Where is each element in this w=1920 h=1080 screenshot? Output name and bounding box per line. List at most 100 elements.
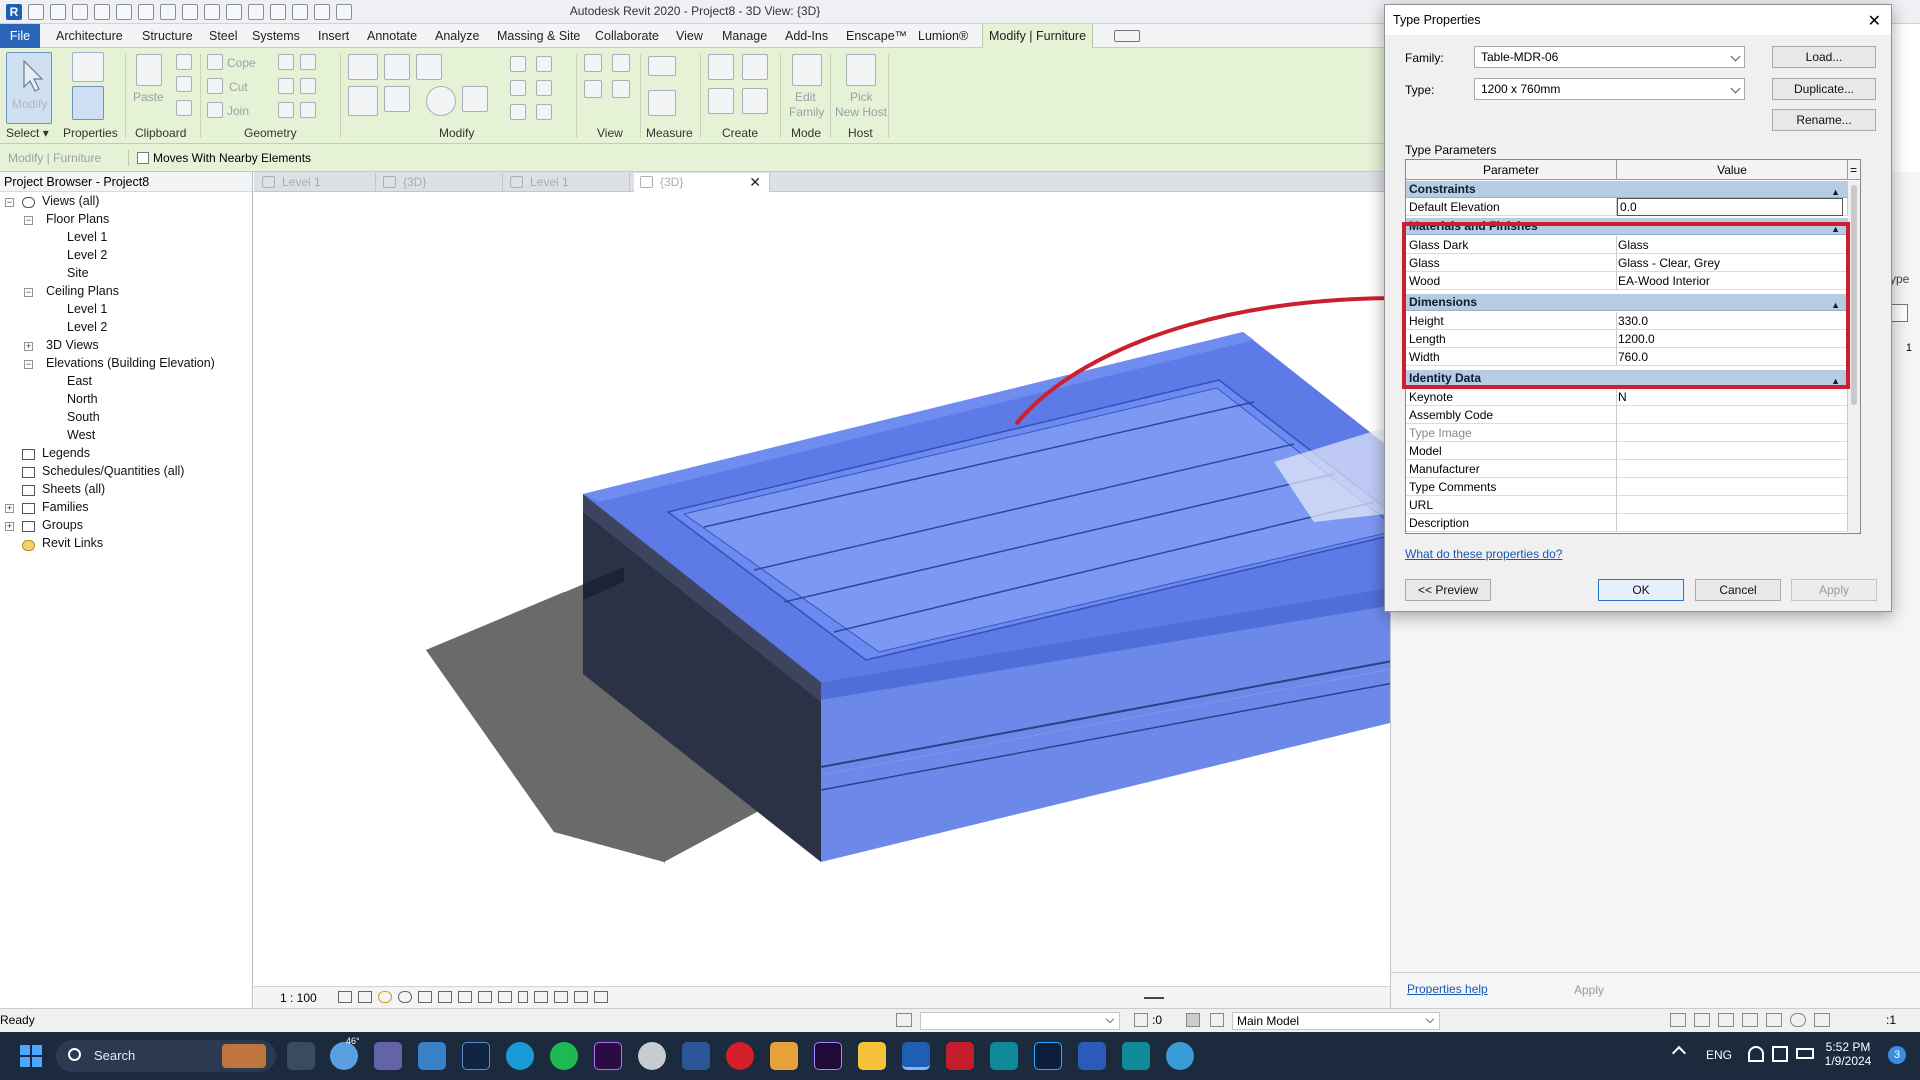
temp-hide-icon[interactable] [498,991,512,1003]
edit-family-icon[interactable] [792,54,822,86]
view-scale[interactable]: 1 : 100 [280,991,317,1005]
param-row[interactable]: Manufacturer [1406,460,1848,478]
tab-annotate[interactable]: Annotate [361,24,423,48]
override-graphics-icon[interactable] [612,54,630,72]
tab-steel[interactable]: Steel [203,24,244,48]
copy-clipboard-icon[interactable] [176,76,192,92]
unlocked-view-icon[interactable] [478,991,492,1003]
ok-button[interactable]: OK [1598,579,1684,601]
cancel-button[interactable]: Cancel [1695,579,1781,601]
param-row[interactable]: Type Comments [1406,478,1848,496]
wall-profile-icon[interactable] [300,102,316,118]
rename-button[interactable]: Rename... [1772,109,1876,131]
tree-elevation-south[interactable]: South [67,410,100,424]
highlight-displacement-icon[interactable] [574,991,588,1003]
tree-revit-links[interactable]: Revit Links [42,536,103,550]
file-explorer-icon[interactable] [858,1042,886,1070]
split-element-icon[interactable] [510,56,526,72]
after-effects-icon[interactable] [814,1042,842,1070]
background-process-icon[interactable] [1790,1013,1806,1027]
expand-families-toggle[interactable]: + [5,504,14,513]
expand-groups-toggle[interactable]: + [5,522,14,531]
tab-architecture[interactable]: Architecture [50,24,129,48]
match-type-icon[interactable] [176,100,192,116]
edit-type-box[interactable] [1890,304,1908,322]
moves-with-nearby-checkbox[interactable] [137,152,149,164]
tree-floor-plan-level-2[interactable]: Level 2 [67,248,107,262]
notification-badge[interactable]: 3 [1888,1046,1906,1064]
tree-elevations[interactable]: Elevations (Building Elevation) [46,356,215,370]
join-icon[interactable] [207,102,223,118]
reveal-hidden-icon[interactable] [518,991,528,1003]
offset-icon[interactable] [384,54,410,80]
tree-3d-views[interactable]: 3D Views [46,338,99,352]
worksets-icon[interactable] [896,1013,912,1027]
demolish-icon[interactable] [300,78,316,94]
cut-geometry-icon[interactable] [207,78,223,94]
clock[interactable]: 5:52 PM 1/9/2024 [1820,1040,1876,1068]
tab-lumion[interactable]: Lumion® [912,24,974,48]
3dsmax-2-icon[interactable] [1122,1042,1150,1070]
duplicate-button[interactable]: Duplicate... [1772,78,1876,100]
grid-scrollbar-thumb[interactable] [1851,185,1857,405]
properties-help-link[interactable]: Properties help [1407,982,1488,996]
group-constraints[interactable]: Constraints ▲ [1406,181,1848,198]
tree-schedules[interactable]: Schedules/Quantities (all) [42,464,184,478]
tree-groups[interactable]: Groups [42,518,83,532]
volume-icon[interactable] [1772,1046,1788,1062]
filter-icon[interactable] [1814,1013,1830,1027]
render-icon[interactable] [418,991,432,1003]
close-icon[interactable]: ✕ [1868,11,1881,31]
pick-new-host-icon[interactable] [846,54,876,86]
copy-icon[interactable] [384,86,410,112]
tab-view[interactable]: View [670,24,709,48]
split-face-icon[interactable] [300,54,316,70]
tab-insert[interactable]: Insert [312,24,355,48]
analytical-model-icon[interactable] [554,991,568,1003]
edge-icon[interactable] [506,1042,534,1070]
param-row[interactable]: Default Elevation 0.0 [1406,198,1848,216]
join-roof-icon[interactable] [278,102,294,118]
dimension-icon[interactable] [648,90,676,116]
default-elevation-input[interactable]: 0.0 [1617,198,1843,216]
view-tab-3d[interactable]: {3D} [377,173,503,192]
param-row[interactable]: Model [1406,442,1848,460]
weather-icon[interactable]: 46° [330,1036,360,1070]
view-tab-level-1[interactable]: Level 1 [256,173,376,192]
detail-level-icon[interactable] [338,991,352,1003]
view-tab-3d-active[interactable]: {3D} ✕ [634,173,770,192]
horizontal-scroll-thumb[interactable] [1144,997,1164,999]
cut-clipboard-icon[interactable] [176,54,192,70]
design-options-icon[interactable] [1186,1013,1200,1027]
family-dropdown[interactable]: Table-MDR-06 [1474,46,1745,68]
windows-start-icon[interactable] [20,1045,42,1067]
create-parts-icon[interactable] [742,54,768,80]
rotate-icon[interactable] [426,86,456,116]
tree-ceiling-level-1[interactable]: Level 1 [67,302,107,316]
hide-in-view-icon[interactable] [584,54,602,72]
select-underlay-icon[interactable] [1694,1013,1710,1027]
tree-floor-plan-level-1[interactable]: Level 1 [67,230,107,244]
type-dropdown[interactable]: 1200 x 760mm [1474,78,1745,100]
worksharing-icon[interactable] [534,991,548,1003]
browser-icon[interactable] [1166,1042,1194,1070]
tab-modify-furniture[interactable]: Modify | Furniture [982,24,1094,48]
type-properties-top-icon[interactable] [72,52,104,82]
premiere-icon[interactable] [594,1042,622,1070]
3d-view-canvas[interactable] [254,192,1485,986]
param-row[interactable]: Description [1406,514,1848,532]
param-row[interactable]: URL [1406,496,1848,514]
tab-collaborate[interactable]: Collaborate [589,24,665,48]
tab-manage[interactable]: Manage [716,24,773,48]
tree-elevation-west[interactable]: West [67,428,95,442]
tab-overflow-icon[interactable] [1114,30,1140,42]
tab-enscape[interactable]: Enscape™ [840,24,913,48]
measure-icon[interactable] [648,56,676,76]
reveal-constraints-icon[interactable] [594,991,608,1003]
tree-floor-plans[interactable]: Floor Plans [46,212,109,226]
trim-extend-icon[interactable] [462,86,488,112]
drag-on-selection-icon[interactable] [1766,1013,1782,1027]
main-model-dropdown[interactable]: Main Model [1232,1012,1440,1030]
collapse-floor-plans-toggle[interactable]: − [24,216,33,225]
create-similar-icon[interactable] [742,88,768,114]
